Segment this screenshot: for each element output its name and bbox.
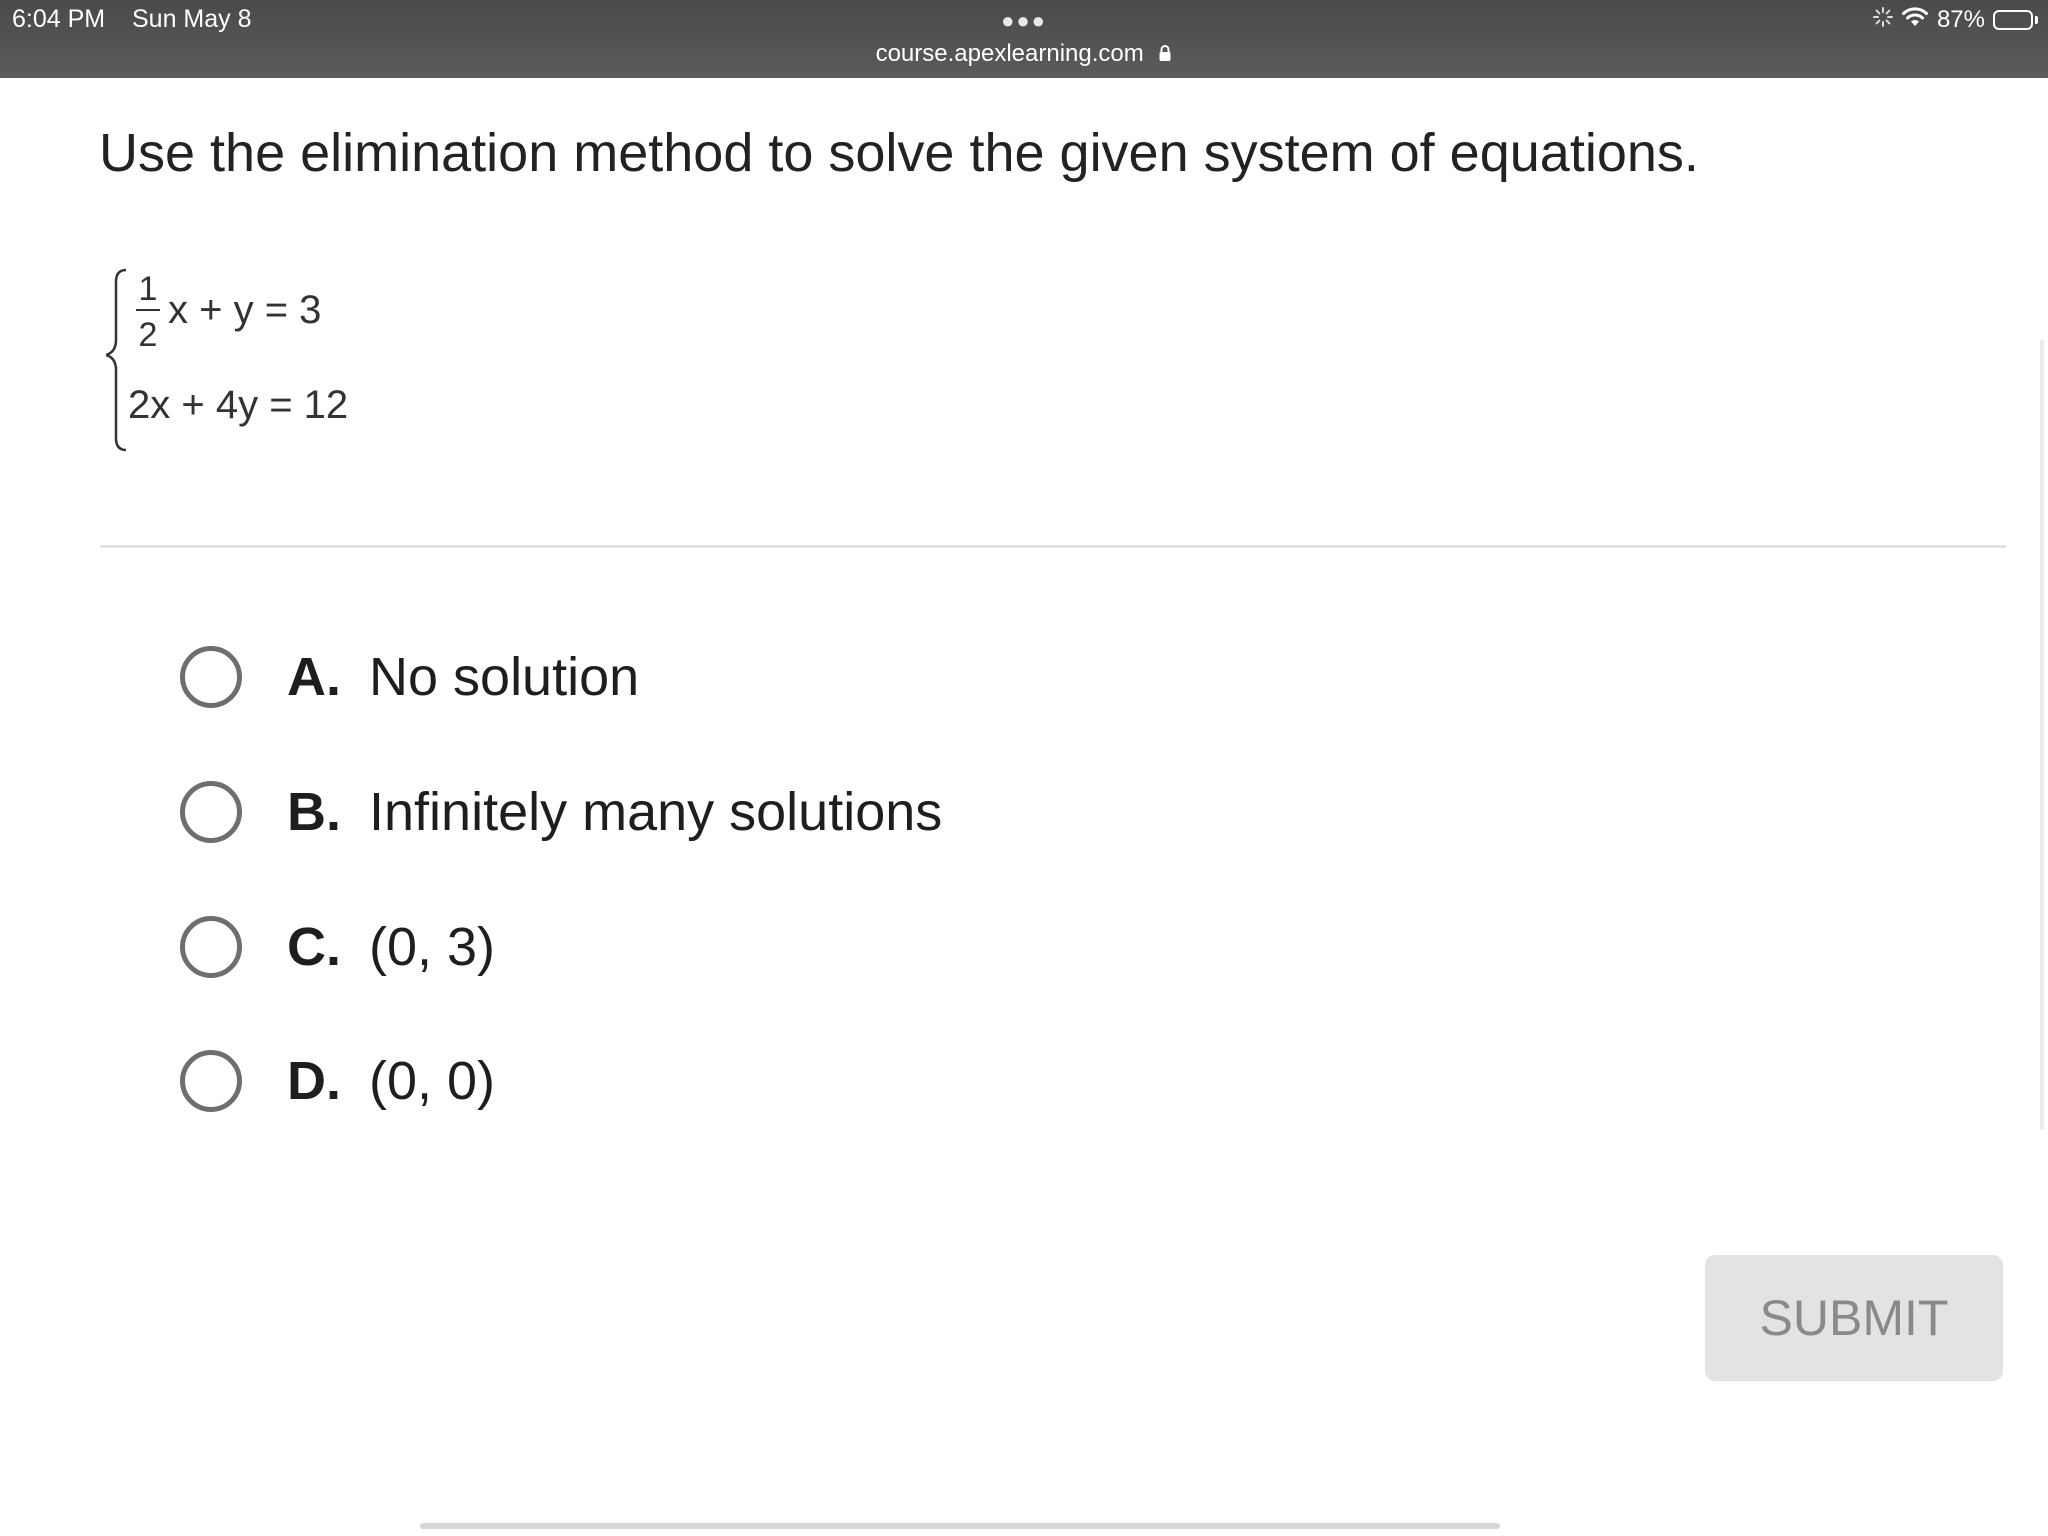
vertical-scrollbar[interactable] (2040, 340, 2044, 1130)
browser-top-bar: 6:04 PM Sun May 8 ●●● course.apexlearnin… (0, 0, 2048, 78)
battery-icon (1993, 10, 2038, 30)
eq1-denominator: 2 (139, 316, 158, 354)
option-letter: C. (287, 917, 341, 977)
more-dots-icon[interactable]: ●●● (1000, 8, 1048, 34)
lock-icon (1158, 41, 1172, 69)
radio-button-a[interactable] (180, 646, 242, 708)
loading-spinner-icon (1872, 6, 1893, 34)
radio-button-c[interactable] (180, 916, 242, 978)
url-text: course.apexlearning.com (875, 40, 1144, 67)
eq1-expression: x + y = 3 (168, 288, 321, 332)
option-b[interactable]: B. Infinitely many solutions (180, 774, 942, 850)
quiz-page: 6:04 PM Sun May 8 ●●● course.apexlearnin… (0, 0, 2048, 1536)
radio-button-d[interactable] (180, 1050, 242, 1112)
status-time: 6:04 PM (12, 5, 106, 33)
equation-system: 1 2 x + y = 3 2x + 4y = 12 (106, 268, 348, 452)
section-divider (100, 545, 2006, 548)
battery-percent: 87% (1936, 6, 1985, 33)
submit-button[interactable]: SUBMIT (1705, 1255, 2003, 1381)
option-letter: A. (287, 647, 341, 707)
option-a[interactable]: A. No solution (180, 639, 639, 715)
eq2-expression: 2x + 4y = 12 (128, 383, 348, 427)
option-text: No solution (369, 647, 640, 707)
status-date: Sun May 8 (132, 5, 252, 33)
address-bar[interactable]: course.apexlearning.com (0, 40, 2048, 69)
option-letter: D. (287, 1051, 341, 1111)
option-text: (0, 3) (369, 917, 496, 977)
radio-button-b[interactable] (180, 781, 242, 843)
option-text: (0, 0) (369, 1051, 496, 1111)
option-text: Infinitely many solutions (369, 782, 943, 842)
eq1-numerator: 1 (139, 270, 158, 308)
wifi-icon (1901, 6, 1929, 35)
home-indicator[interactable] (420, 1523, 1500, 1529)
option-c[interactable]: C. (0, 3) (180, 909, 495, 985)
question-prompt: Use the elimination method to solve the … (99, 123, 1699, 183)
option-letter: B. (287, 782, 341, 842)
option-d[interactable]: D. (0, 0) (180, 1043, 495, 1119)
system-brace (106, 268, 127, 452)
status-right-group: 87% (1872, 4, 2038, 36)
